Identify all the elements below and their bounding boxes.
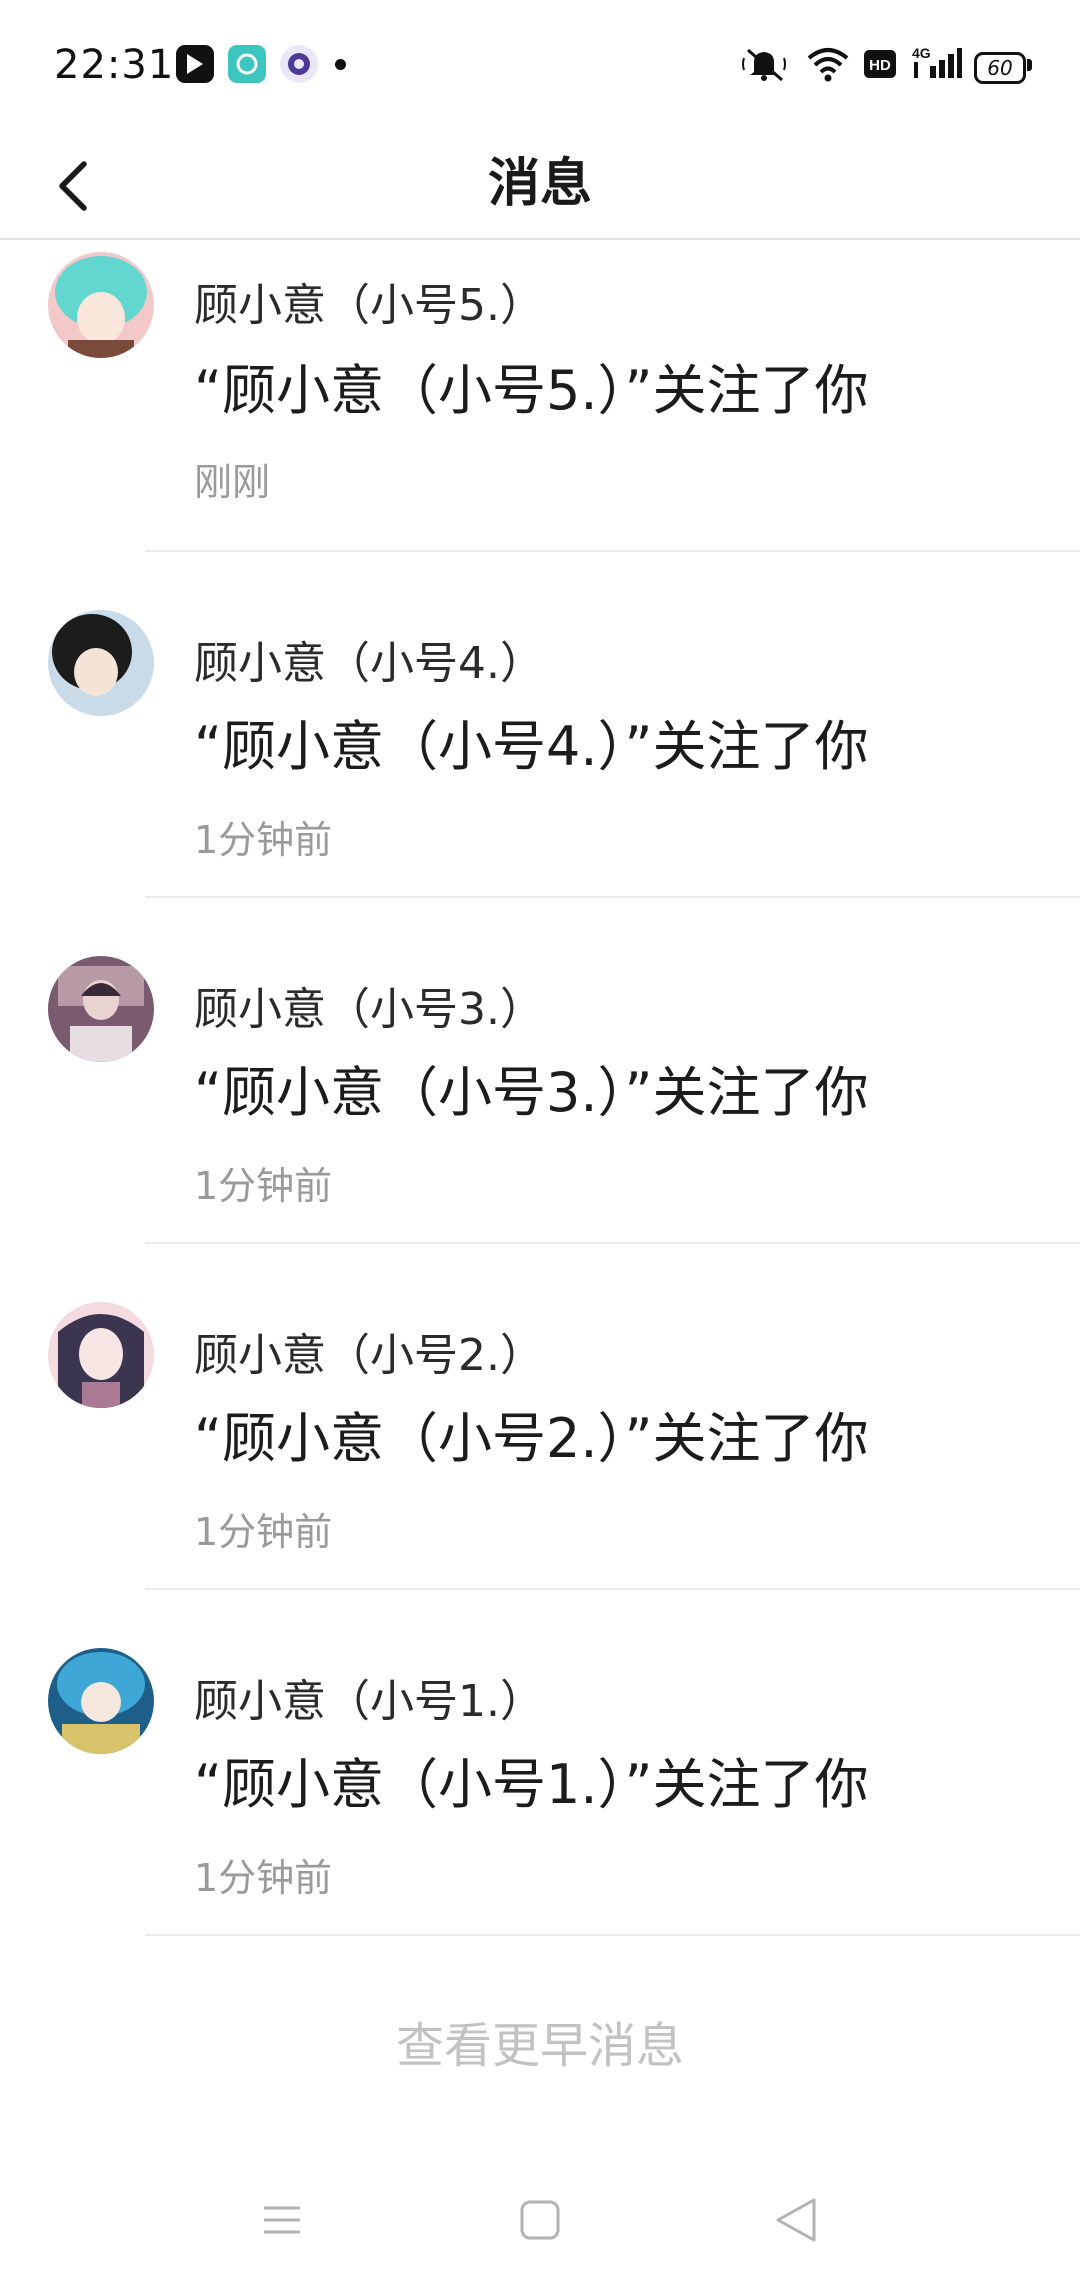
sender-name[interactable]: 顾小意（小号2.） xyxy=(194,1328,544,1384)
message-item[interactable]: 顾小意（小号2.） “顾小意（小号2.）”关注了你 1分钟前 xyxy=(0,1244,1080,1590)
wifi-icon xyxy=(806,44,850,88)
battery-indicator: 60 xyxy=(974,52,1026,84)
network-type-label: 4G xyxy=(912,45,931,61)
hd-label: HD xyxy=(869,57,891,74)
sender-name[interactable]: 顾小意（小号4.） xyxy=(194,636,544,692)
message-text: “顾小意（小号4.）”关注了你 xyxy=(194,715,869,778)
more-notifications-dot-icon xyxy=(335,59,346,70)
sender-name[interactable]: 顾小意（小号5.） xyxy=(194,278,544,334)
divider xyxy=(145,1934,1080,1936)
header-bar: 消息 xyxy=(0,130,1080,240)
avatar[interactable] xyxy=(48,1302,154,1408)
avatar[interactable] xyxy=(48,1648,154,1754)
message-time: 1分钟前 xyxy=(194,1164,333,1208)
battery-tip-icon xyxy=(1027,59,1032,71)
app-notification-icon-3 xyxy=(280,45,318,83)
signal-icon: 4G xyxy=(912,44,962,88)
avatar[interactable] xyxy=(48,252,154,358)
app-notification-icon-2 xyxy=(228,45,266,83)
home-button[interactable] xyxy=(500,2180,580,2260)
avatar[interactable] xyxy=(48,956,154,1062)
sender-name[interactable]: 顾小意（小号3.） xyxy=(194,982,544,1038)
avatar[interactable] xyxy=(48,610,154,716)
message-item[interactable]: 顾小意（小号3.） “顾小意（小号3.）”关注了你 1分钟前 xyxy=(0,898,1080,1244)
page-title: 消息 xyxy=(487,154,592,214)
view-earlier-button[interactable]: 查看更早消息 xyxy=(0,2010,1080,2082)
mute-icon xyxy=(740,44,790,88)
message-text: “顾小意（小号2.）”关注了你 xyxy=(194,1407,869,1470)
hd-icon: HD xyxy=(863,44,897,88)
sender-name[interactable]: 顾小意（小号1.） xyxy=(194,1674,544,1730)
menu-button[interactable] xyxy=(242,2180,322,2260)
message-text: “顾小意（小号5.）”关注了你 xyxy=(194,359,869,422)
message-item[interactable]: 顾小意（小号5.） “顾小意（小号5.）”关注了你 刚刚 xyxy=(0,240,1080,552)
status-bar: 22:31 HD 4G 60 xyxy=(0,0,1080,130)
message-item[interactable]: 顾小意（小号4.） “顾小意（小号4.）”关注了你 1分钟前 xyxy=(0,552,1080,898)
triangle-back-icon xyxy=(776,2198,816,2242)
home-square-icon xyxy=(520,2200,560,2240)
message-time: 1分钟前 xyxy=(194,818,333,862)
app-notification-icon-1 xyxy=(176,45,214,83)
message-time: 1分钟前 xyxy=(194,1856,333,1900)
system-back-button[interactable] xyxy=(756,2180,836,2260)
menu-icon xyxy=(264,2206,300,2234)
system-navigation-bar xyxy=(0,2160,1080,2280)
status-time: 22:31 xyxy=(54,42,175,88)
message-list: 顾小意（小号5.） “顾小意（小号5.）”关注了你 刚刚 顾小意（小号4.） “… xyxy=(0,240,1080,1936)
message-text: “顾小意（小号1.）”关注了你 xyxy=(194,1753,869,1816)
back-button[interactable] xyxy=(44,140,134,230)
message-item[interactable]: 顾小意（小号1.） “顾小意（小号1.）”关注了你 1分钟前 xyxy=(0,1590,1080,1936)
message-time: 刚刚 xyxy=(194,460,271,504)
message-time: 1分钟前 xyxy=(194,1510,333,1554)
message-text: “顾小意（小号3.）”关注了你 xyxy=(194,1061,869,1124)
chevron-left-icon xyxy=(59,161,87,211)
